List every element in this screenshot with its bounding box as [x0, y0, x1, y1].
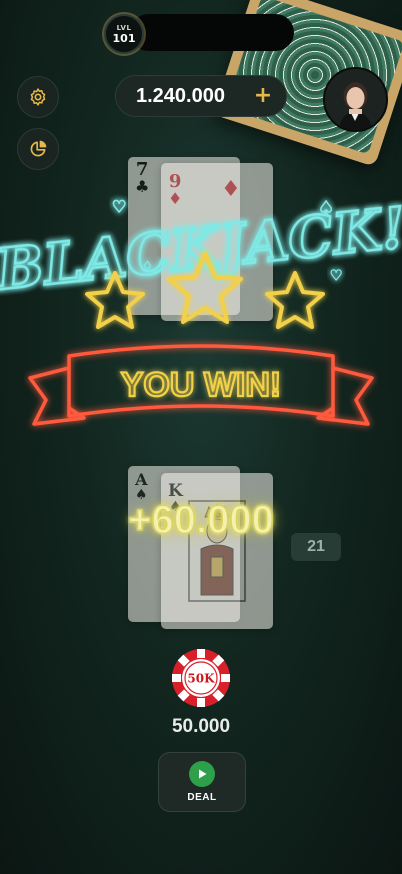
pie-chart-icon — [30, 140, 47, 157]
player-card-2: K ♠ — [161, 473, 273, 629]
player-card-1-rank: A — [135, 470, 148, 489]
bet-chip[interactable]: 50K — [171, 648, 231, 708]
svg-text:♠: ♠ — [318, 198, 334, 219]
deal-button[interactable]: DEAL — [158, 752, 246, 812]
star-icon — [167, 251, 243, 324]
status-bar-island — [130, 14, 294, 51]
level-prefix: LVL — [116, 23, 132, 32]
win-amount: +60.000 — [127, 497, 274, 543]
add-funds-button[interactable]: + — [250, 83, 276, 109]
balance-amount: 1.240.000 — [136, 84, 225, 107]
stats-button[interactable] — [17, 128, 59, 170]
level-badge[interactable]: LVL 101 — [104, 14, 144, 54]
you-win-text: YOU WIN! — [121, 366, 282, 404]
bet-amount: 50.000 — [171, 716, 231, 737]
dealer-avatar[interactable] — [323, 67, 388, 132]
star-icon — [265, 271, 325, 329]
play-icon — [189, 761, 215, 787]
balance-display: 1.240.000 + — [115, 75, 287, 117]
you-win-banner: YOU WIN! — [28, 344, 374, 426]
level-number: 101 — [112, 31, 136, 45]
avatar-icon — [325, 69, 386, 130]
star-icon — [85, 271, 145, 329]
chip-label: 50K — [187, 672, 215, 686]
rating-stars — [85, 251, 325, 329]
settings-button[interactable] — [17, 76, 59, 118]
deal-label: DEAL — [187, 792, 217, 803]
svg-text:♥: ♥ — [112, 197, 126, 216]
gear-icon — [30, 88, 46, 106]
